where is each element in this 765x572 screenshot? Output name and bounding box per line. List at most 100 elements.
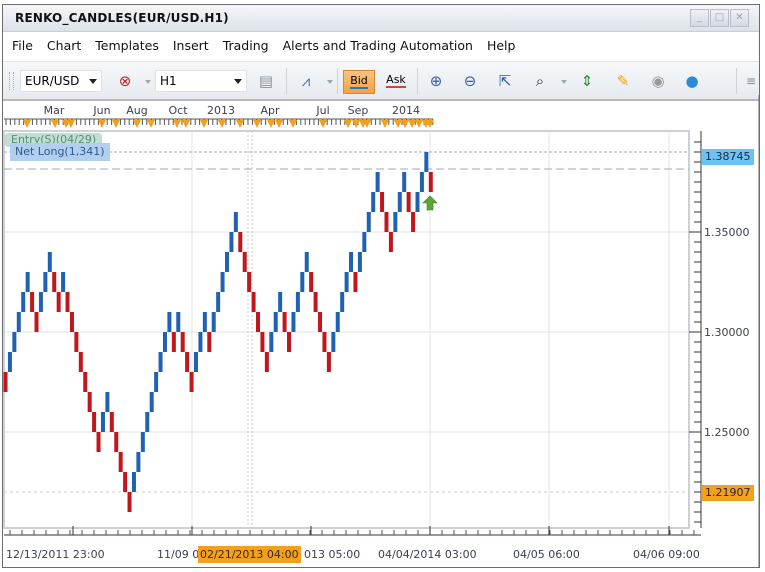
brick-up: [233, 212, 238, 232]
brick-up: [269, 332, 274, 352]
current-price-tag: 1.38745: [702, 149, 754, 165]
brick-down: [238, 232, 243, 252]
brick-up: [154, 372, 159, 392]
brick-down: [180, 332, 185, 352]
event-marker-icon: [67, 120, 75, 128]
brick-down: [127, 492, 132, 512]
brick-up: [349, 252, 354, 272]
brick-up: [331, 332, 336, 352]
price-labels: 1.35000 1.30000 1.25000: [704, 226, 750, 439]
month-label: 2013: [207, 104, 235, 117]
event-marker-icon: [289, 120, 297, 128]
brick-up: [211, 312, 216, 332]
brick-up: [12, 332, 17, 352]
brick-down: [384, 212, 389, 232]
brick-down: [313, 292, 318, 312]
month-label: Aug: [126, 104, 147, 117]
brick-up: [167, 312, 172, 332]
brick-up: [16, 312, 21, 332]
brick-up: [220, 272, 225, 292]
price-ticks: [689, 141, 701, 523]
time-label: 013 05:00: [304, 548, 361, 561]
brick-down: [428, 172, 433, 192]
brick-down: [406, 192, 411, 212]
event-marker-icon: [173, 120, 181, 128]
event-marker-icon: [236, 120, 244, 128]
brick-down: [260, 332, 265, 352]
event-marker-icon: [394, 120, 402, 128]
event-marker-icon: [51, 120, 59, 128]
brick-up: [393, 212, 398, 232]
brick-down: [388, 232, 393, 252]
event-marker-icon: [112, 120, 120, 128]
low-price-tag: 1.21907: [702, 485, 754, 501]
event-marker-icon: [133, 120, 141, 128]
event-marker-icon: [98, 120, 106, 128]
brick-up: [47, 252, 52, 272]
brick-up: [61, 272, 66, 292]
brick-up: [25, 272, 30, 292]
brick-down: [353, 272, 358, 292]
brick-down: [3, 372, 8, 392]
brick-down: [109, 412, 114, 432]
brick-up: [202, 312, 207, 332]
brick-down: [251, 292, 256, 312]
brick-up: [424, 152, 429, 172]
brick-down: [318, 312, 323, 332]
cursor-time-label: 02/21/2013 04:00: [198, 546, 301, 563]
brick-down: [52, 272, 57, 292]
brick-up: [21, 292, 26, 312]
brick-up: [362, 232, 367, 252]
brick-up: [278, 292, 283, 312]
month-label: Mar: [44, 104, 65, 117]
brick-up: [149, 392, 154, 412]
brick-down: [247, 272, 252, 292]
event-marker-icon: [147, 120, 155, 128]
brick-down: [264, 352, 269, 372]
month-label: Jun: [92, 104, 110, 117]
brick-down: [123, 472, 128, 492]
brick-down: [65, 292, 70, 312]
brick-up: [43, 272, 48, 292]
month-label: Jul: [315, 104, 329, 117]
brick-up: [291, 312, 296, 332]
time-label: 04/04/2014 03:00: [378, 548, 477, 561]
brick-up: [340, 292, 345, 312]
event-marker-icon: [23, 120, 31, 128]
brick-up: [273, 312, 278, 332]
price-tick-label: 1.25000: [704, 426, 750, 439]
net-position-label[interactable]: Net Long(1,341): [10, 143, 110, 161]
brick-down: [322, 332, 327, 352]
brick-down: [74, 332, 79, 352]
brick-down: [171, 332, 176, 352]
event-marker-icon: [319, 120, 327, 128]
brick-up: [366, 212, 371, 232]
brick-up: [145, 412, 150, 432]
month-label: 2014: [392, 104, 420, 117]
brick-up: [402, 172, 407, 192]
time-label: 04/05 06:00: [513, 548, 580, 561]
event-marker-icon: [218, 120, 226, 128]
month-label: Sep: [348, 104, 369, 117]
brick-up: [216, 292, 221, 312]
brick-down: [78, 352, 83, 372]
brick-up: [335, 312, 340, 332]
brick-up: [229, 232, 234, 252]
brick-up: [344, 272, 349, 292]
event-marker-icon: [253, 120, 261, 128]
brick-up: [295, 292, 300, 312]
brick-down: [87, 392, 92, 412]
plot-frame: [3, 130, 690, 529]
brick-down: [380, 192, 385, 212]
brick-down: [282, 312, 287, 332]
month-labels: Mar Jun Aug Oct 2013 Apr Jul Sep 2014: [44, 104, 420, 117]
brick-up: [419, 172, 424, 192]
month-label: Oct: [168, 104, 188, 117]
brick-up: [225, 252, 229, 272]
renko-chart[interactable]: Mar Jun Aug Oct 2013 Apr Jul Sep 2014 1.350001.3…: [0, 0, 765, 572]
brick-up: [371, 192, 376, 212]
brick-down: [83, 372, 88, 392]
brick-down: [207, 332, 212, 352]
event-marker-icon: [182, 120, 190, 128]
brick-up: [136, 452, 141, 472]
